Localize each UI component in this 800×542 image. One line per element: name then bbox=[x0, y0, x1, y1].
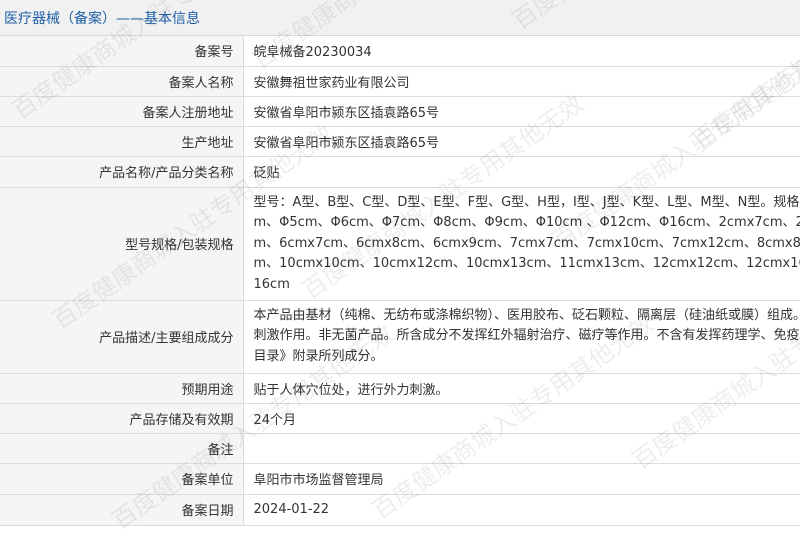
row-value: 2024-01-22 bbox=[243, 494, 800, 526]
page-title: 医疗器械（备案）——基本信息 bbox=[4, 10, 200, 27]
row-value: 型号：A型、B型、C型、D型、E型、F型、G型、H型，I型、J型、K型、L型、M… bbox=[243, 187, 800, 301]
row-value: 贴于人体穴位处，进行外力刺激。 bbox=[243, 373, 800, 404]
page-header: 医疗器械（备案）——基本信息 bbox=[0, 0, 800, 36]
row-label: 预期用途 bbox=[0, 373, 244, 404]
row-value: 砭贴 bbox=[243, 156, 800, 188]
row-label: 备案人注册地址 bbox=[0, 96, 244, 127]
spec-line: 16cm bbox=[253, 276, 290, 292]
row-label: 备案日期 bbox=[0, 494, 244, 526]
row-label: 备案号 bbox=[0, 36, 244, 67]
row-value bbox=[243, 433, 800, 464]
spec-line: m、Φ5cm、Φ6cm、Φ7cm、Φ8cm、Φ9cm、Φ10cm 、Φ12cm、… bbox=[253, 215, 800, 230]
table-row: 预期用途 贴于人体穴位处，进行外力刺激。 bbox=[0, 373, 800, 404]
spec-line: 型号：A型、B型、C型、D型、E型、F型、G型、H型，I型、J型、K型、L型、M… bbox=[253, 194, 800, 210]
table-row: 备案人注册地址 安徽省阜阳市颍东区插袁路65号 bbox=[0, 96, 800, 127]
row-value: 安徽省阜阳市颍东区插袁路65号 bbox=[243, 126, 800, 157]
row-label: 产品名称/产品分类名称 bbox=[0, 156, 244, 188]
desc-line: 刺激作用。非无菌产品。所含成分不发挥红外辐射治疗、磁疗等作用。不含有发挥药理学、… bbox=[253, 328, 800, 343]
row-label: 备案单位 bbox=[0, 463, 244, 495]
row-value: 本产品由基材（纯棉、无纺布或涤棉织物）、医用胶布、砭石颗粒、隔离层（硅油纸或膜）… bbox=[243, 300, 800, 374]
row-label: 产品描述/主要组成成分 bbox=[0, 300, 244, 374]
info-table: 备案号 皖阜械备20230034 备案人名称 安徽舞祖世家药业有限公司 备案人注… bbox=[0, 36, 800, 526]
table-row: 备案单位 阜阳市市场监督管理局 bbox=[0, 463, 800, 495]
desc-line: 目录》附录所列成分。 bbox=[253, 348, 384, 364]
row-label: 备案人名称 bbox=[0, 66, 244, 97]
row-value: 安徽舞祖世家药业有限公司 bbox=[243, 66, 800, 97]
row-value: 24个月 bbox=[243, 403, 800, 434]
table-row: 产品描述/主要组成成分 本产品由基材（纯棉、无纺布或涤棉织物）、医用胶布、砭石颗… bbox=[0, 300, 800, 374]
desc-line: 本产品由基材（纯棉、无纺布或涤棉织物）、医用胶布、砭石颗粒、隔离层（硅油纸或膜）… bbox=[253, 307, 800, 323]
row-value: 皖阜械备20230034 bbox=[243, 36, 800, 67]
table-row: 型号规格/包装规格 型号：A型、B型、C型、D型、E型、F型、G型、H型，I型、… bbox=[0, 187, 800, 301]
table-row: 生产地址 安徽省阜阳市颍东区插袁路65号 bbox=[0, 126, 800, 157]
row-label: 型号规格/包装规格 bbox=[0, 187, 244, 301]
spec-line: m、6cmx7cm、6cmx8cm、6cmx9cm、7cmx7cm、7cmx10… bbox=[253, 235, 800, 251]
table-row: 备注 bbox=[0, 433, 800, 464]
spec-line: m、10cmx10cm、10cmx12cm、10cmx13cm、11cmx13c… bbox=[253, 256, 800, 271]
row-value: 安徽省阜阳市颍东区插袁路65号 bbox=[243, 96, 800, 127]
table-row: 备案日期 2024-01-22 bbox=[0, 494, 800, 526]
table-row: 备案人名称 安徽舞祖世家药业有限公司 bbox=[0, 66, 800, 97]
row-label: 产品存储及有效期 bbox=[0, 403, 244, 434]
table-row: 产品名称/产品分类名称 砭贴 bbox=[0, 156, 800, 188]
row-label: 备注 bbox=[0, 433, 244, 464]
table-row: 产品存储及有效期 24个月 bbox=[0, 403, 800, 434]
table-row: 备案号 皖阜械备20230034 bbox=[0, 36, 800, 67]
row-label: 生产地址 bbox=[0, 126, 244, 157]
row-value: 阜阳市市场监督管理局 bbox=[243, 463, 800, 495]
